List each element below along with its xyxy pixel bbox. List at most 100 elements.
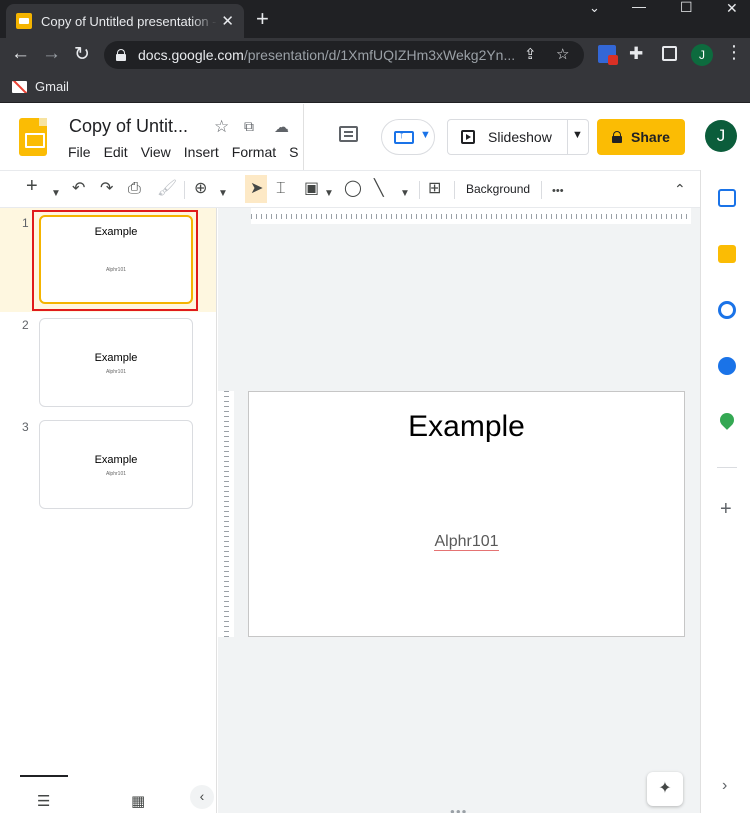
forward-arrow-icon[interactable]: →	[42, 43, 61, 65]
list-view-icon[interactable]: ☰	[37, 792, 50, 810]
slide-filmstrip: 1 Example Alphr101 2 Example Alphr101 3 …	[0, 208, 217, 813]
maps-icon[interactable]	[717, 410, 737, 430]
slide-thumbnail[interactable]: Example Alphr101	[39, 420, 193, 509]
slide-title-text[interactable]: Example	[249, 410, 684, 444]
menu-insert[interactable]: Insert	[184, 144, 219, 160]
meet-present-button[interactable]: ▼	[381, 119, 435, 155]
toolbar-divider	[454, 181, 455, 199]
header-actions: ▼ Slideshow ▼ Share J	[303, 104, 750, 170]
side-panel-divider	[717, 467, 737, 468]
menu-bar: File Edit View Insert Format S	[68, 144, 311, 160]
add-comment-icon[interactable]: ⊞	[428, 179, 441, 199]
bookmark-star-icon[interactable]: ☆	[556, 45, 569, 63]
insert-image-icon[interactable]: ▣	[304, 179, 319, 199]
slides-logo-icon[interactable]	[19, 118, 47, 156]
print-icon[interactable]: ⎙	[128, 179, 141, 199]
thumbnail-subtitle: Alphr101	[105, 369, 126, 375]
slide-thumbnail[interactable]: Example Alphr101	[39, 318, 193, 407]
url-path: /presentation/d/1XmfUQIZHm3xWekg2Yn...	[243, 47, 516, 63]
toolbar-divider	[184, 181, 185, 199]
document-title[interactable]: Copy of Untit...	[69, 116, 188, 137]
tab-close-icon[interactable]: ✕	[221, 12, 234, 30]
comments-icon[interactable]	[339, 126, 358, 142]
active-view-indicator	[20, 775, 68, 777]
background-button[interactable]: Background	[466, 182, 530, 196]
menu-file[interactable]: File	[68, 144, 91, 160]
new-slide-plus-icon[interactable]: +	[26, 176, 38, 196]
move-folder-icon[interactable]: ⧉	[244, 118, 254, 135]
slide-number: 2	[22, 318, 29, 332]
tab-search-icon[interactable]: ⌄	[589, 0, 600, 16]
more-options-icon[interactable]: •••	[552, 181, 564, 201]
lock-icon[interactable]	[116, 49, 126, 61]
paint-format-icon[interactable]: 🖌	[157, 179, 177, 199]
plus-icon[interactable]: +	[720, 498, 732, 521]
close-window-button[interactable]: ✕	[726, 0, 738, 17]
toolbar-divider	[541, 181, 542, 199]
menu-format[interactable]: Format	[232, 144, 276, 160]
maximize-button[interactable]: ☐	[680, 0, 693, 16]
lock-icon	[612, 131, 623, 143]
grid-view-icon[interactable]: ▦	[131, 792, 145, 810]
line-chevron-icon[interactable]: ▼	[400, 184, 410, 204]
tasks-icon[interactable]	[718, 301, 736, 319]
current-slide[interactable]: Example Alphr101	[248, 391, 685, 637]
image-chevron-icon[interactable]: ▼	[324, 184, 334, 204]
new-tab-button[interactable]: +	[256, 6, 269, 32]
line-icon[interactable]: ╲	[374, 179, 384, 199]
expand-panel-chevron-icon[interactable]: ›	[722, 777, 727, 795]
menu-slide[interactable]: S	[289, 144, 298, 160]
slideshow-button[interactable]: Slideshow	[448, 120, 568, 154]
reload-icon[interactable]: ↻	[74, 43, 90, 66]
shape-icon[interactable]: ◯	[344, 179, 362, 199]
redo-icon[interactable]: ↷	[100, 179, 113, 199]
browser-tab[interactable]: Copy of Untitled presentation - Google S…	[6, 4, 244, 38]
select-cursor-icon[interactable]: ➤	[250, 179, 263, 199]
vertical-ruler[interactable]	[218, 391, 234, 637]
gmail-icon[interactable]	[12, 81, 27, 93]
editing-toolbar: + ▼ ↶ ↷ ⎙ 🖌 ⊕ ▼ ➤ ⌶ ▣ ▼ ◯ ╲ ▼ ⊞ Backgrou…	[0, 170, 700, 208]
text-box-icon[interactable]: ⌶	[276, 179, 286, 199]
slide-number: 3	[22, 420, 29, 434]
bookmark-gmail[interactable]: Gmail	[35, 79, 69, 94]
profile-avatar[interactable]: J	[691, 44, 713, 66]
collapse-filmstrip-chevron-icon[interactable]: ‹	[190, 785, 214, 809]
share-button[interactable]: Share	[597, 119, 685, 155]
keep-icon[interactable]	[718, 245, 736, 263]
thumbnail-title: Example	[94, 352, 138, 364]
menu-edit[interactable]: Edit	[104, 144, 128, 160]
speaker-notes-drag-handle[interactable]: ●●●	[450, 807, 468, 813]
contacts-icon[interactable]	[718, 357, 736, 375]
menu-view[interactable]: View	[141, 144, 171, 160]
back-arrow-icon[interactable]: ←	[11, 43, 30, 65]
slideshow-label: Slideshow	[488, 129, 552, 145]
red-highlight-annotation	[32, 210, 198, 311]
slide-subtitle-text[interactable]: Alphr101	[249, 533, 684, 551]
zoom-chevron-icon[interactable]: ▼	[218, 184, 228, 204]
address-bar[interactable]: docs.google.com/presentation/d/1XmfUQIZH…	[104, 41, 584, 69]
filmstrip-view-toggle: ☰ ▦ ‹	[0, 774, 216, 813]
explore-sparkle-icon[interactable]: ✦	[647, 772, 683, 806]
account-avatar[interactable]: J	[705, 120, 737, 152]
slideshow-options-chevron-icon[interactable]: ▼	[572, 129, 583, 141]
chevron-down-icon: ▼	[420, 129, 431, 141]
slide-canvas: Example Alphr101 ✦ ●●●	[218, 208, 700, 813]
zoom-icon[interactable]: ⊕	[194, 179, 207, 199]
toolbar-divider	[419, 181, 420, 199]
calendar-icon[interactable]	[718, 189, 736, 207]
url-host: docs.google.com	[138, 47, 244, 63]
slides-header: Copy of Untit... ☆ ⧉ ☁ File Edit View In…	[0, 104, 750, 170]
extension-badge-icon	[608, 55, 618, 65]
cloud-status-icon[interactable]: ☁	[274, 118, 289, 136]
browser-menu-icon[interactable]: ⋮	[725, 42, 743, 63]
collapse-toolbar-chevron-icon[interactable]: ⌃	[674, 179, 686, 199]
star-icon[interactable]: ☆	[214, 117, 229, 137]
horizontal-ruler[interactable]	[251, 208, 691, 224]
bookmarks-bar: Gmail	[0, 72, 750, 103]
side-panel-icon[interactable]	[662, 46, 677, 61]
share-page-icon[interactable]: ⇪	[524, 45, 537, 63]
minimize-button[interactable]: —	[632, 0, 646, 14]
extensions-puzzle-icon[interactable]: ✚	[629, 44, 643, 64]
undo-icon[interactable]: ↶	[72, 179, 85, 199]
new-slide-layout-chevron-icon[interactable]: ▼	[51, 184, 61, 204]
